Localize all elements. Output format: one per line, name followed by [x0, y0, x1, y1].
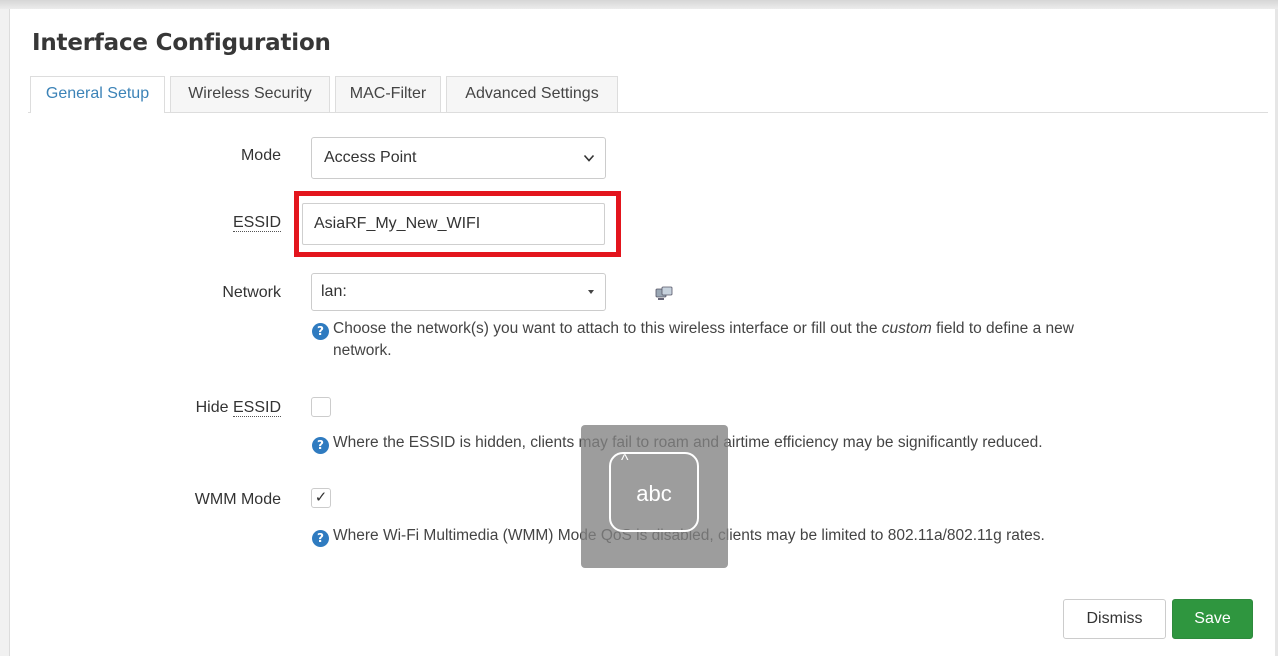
hide-essid-label-abbr: ESSID	[232, 399, 281, 417]
help-icon: ?	[312, 437, 329, 454]
network-help-text: ? Choose the network(s) you want to attac…	[312, 318, 1232, 362]
window-left-edge	[0, 9, 10, 656]
hide-essid-help-text: ?Where the ESSID is hidden, clients may …	[312, 432, 1232, 454]
essid-highlight-box	[294, 191, 621, 257]
essid-label-text: ESSID	[232, 214, 281, 232]
wmm-mode-help-text: ?Where Wi-Fi Multimedia (WMM) Mode QoS i…	[312, 525, 1232, 547]
network-help-line2: network.	[333, 342, 392, 359]
mode-label: Mode	[240, 147, 281, 164]
help-icon: ?	[312, 530, 329, 547]
window-top-strip	[0, 0, 1278, 9]
mode-select[interactable]: Access Point	[311, 137, 606, 179]
network-help-part2: field to define a new	[936, 320, 1074, 337]
hide-essid-label-prefix: Hide	[195, 399, 233, 416]
tab-wireless-security[interactable]: Wireless Security	[170, 76, 330, 112]
mode-select-value: Access Point	[324, 149, 417, 166]
page-title: Interface Configuration	[32, 30, 331, 56]
keyboard-caret: ^	[621, 452, 629, 469]
hide-essid-checkbox[interactable]	[311, 397, 331, 417]
tab-general-setup[interactable]: General Setup	[30, 76, 165, 113]
chevron-down-icon	[583, 154, 595, 162]
network-select-value: lan:	[321, 283, 347, 300]
keyboard-icon[interactable]: ^ abc	[609, 452, 699, 532]
wmm-mode-label: WMM Mode	[194, 491, 281, 508]
tab-advanced-settings[interactable]: Advanced Settings	[446, 76, 618, 112]
network-help-part1: Choose the network(s) you want to attach…	[333, 320, 878, 337]
network-interface-icon	[655, 286, 673, 300]
network-help-custom: custom	[881, 320, 932, 337]
keyboard-overlay[interactable]: ^ abc	[581, 425, 728, 568]
keyboard-icon-text: abc	[636, 481, 672, 506]
help-icon: ?	[312, 323, 329, 340]
network-label: Network	[222, 284, 281, 301]
network-select[interactable]: lan:	[311, 273, 673, 311]
essid-label: ESSID	[232, 214, 281, 232]
dismiss-button[interactable]: Dismiss	[1063, 599, 1166, 639]
check-icon: ✓	[314, 489, 328, 506]
tab-mac-filter[interactable]: MAC-Filter	[335, 76, 441, 112]
wmm-mode-checkbox[interactable]: ✓	[311, 488, 331, 508]
save-button[interactable]: Save	[1172, 599, 1253, 639]
hide-essid-label: Hide ESSID	[196, 399, 281, 417]
dropdown-arrow-icon	[588, 290, 594, 294]
tab-bar: General Setup Wireless Security MAC-Filt…	[28, 76, 1268, 113]
